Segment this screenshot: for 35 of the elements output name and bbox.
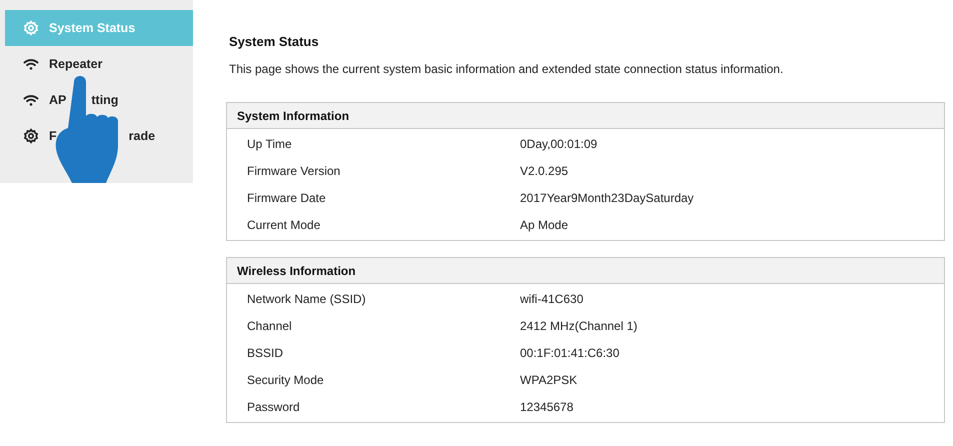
gear-icon [23, 20, 39, 36]
sidebar-item[interactable]: Repeater [5, 46, 193, 82]
field-value: wifi-41C630 [520, 292, 584, 306]
sidebar-item[interactable]: F rade [5, 118, 193, 154]
field-label: Network Name (SSID) [247, 292, 367, 306]
field-value: WPA2PSK [520, 372, 578, 386]
wifi-icon [23, 58, 39, 70]
field-label: Channel [247, 318, 293, 332]
item-label: tting [91, 93, 118, 107]
field-value: 12345678 [520, 400, 574, 414]
page-description: This page shows the current system basic information and extended state connection status information. [229, 62, 784, 76]
field-label: Firmware Version [247, 164, 342, 178]
field-label: Up Time [247, 136, 293, 150]
item-label: rade [128, 129, 156, 143]
field-value: 0Day,00:01:09 [520, 136, 598, 150]
field-value: 2017Year9Month23DaySaturday [520, 190, 695, 204]
gear-icon [23, 128, 39, 144]
item-label: System Status [49, 21, 136, 35]
field-label: Password [247, 400, 301, 414]
sidebar-item[interactable]: AP tting [5, 82, 193, 118]
field-label: Security Mode [247, 372, 325, 386]
panel-title: System Information [227, 103, 944, 129]
field-label: BSSID [247, 346, 284, 360]
item-label: F [49, 129, 57, 143]
field-value: 2412 MHz(Channel 1) [520, 318, 638, 332]
page-title: System Status [229, 34, 320, 49]
item-label: AP [49, 93, 66, 107]
field-value: 00:1F:01:41:C6:30 [520, 346, 620, 360]
item-label: Repeater [49, 57, 102, 71]
field-label: Current Mode [247, 218, 322, 232]
field-value: V2.0.295 [520, 164, 570, 178]
field-value: Ap Mode [520, 218, 570, 232]
wifi-icon [23, 94, 39, 106]
field-label: Firmware Date [247, 190, 327, 204]
panel-title: Wireless Information [227, 258, 944, 284]
